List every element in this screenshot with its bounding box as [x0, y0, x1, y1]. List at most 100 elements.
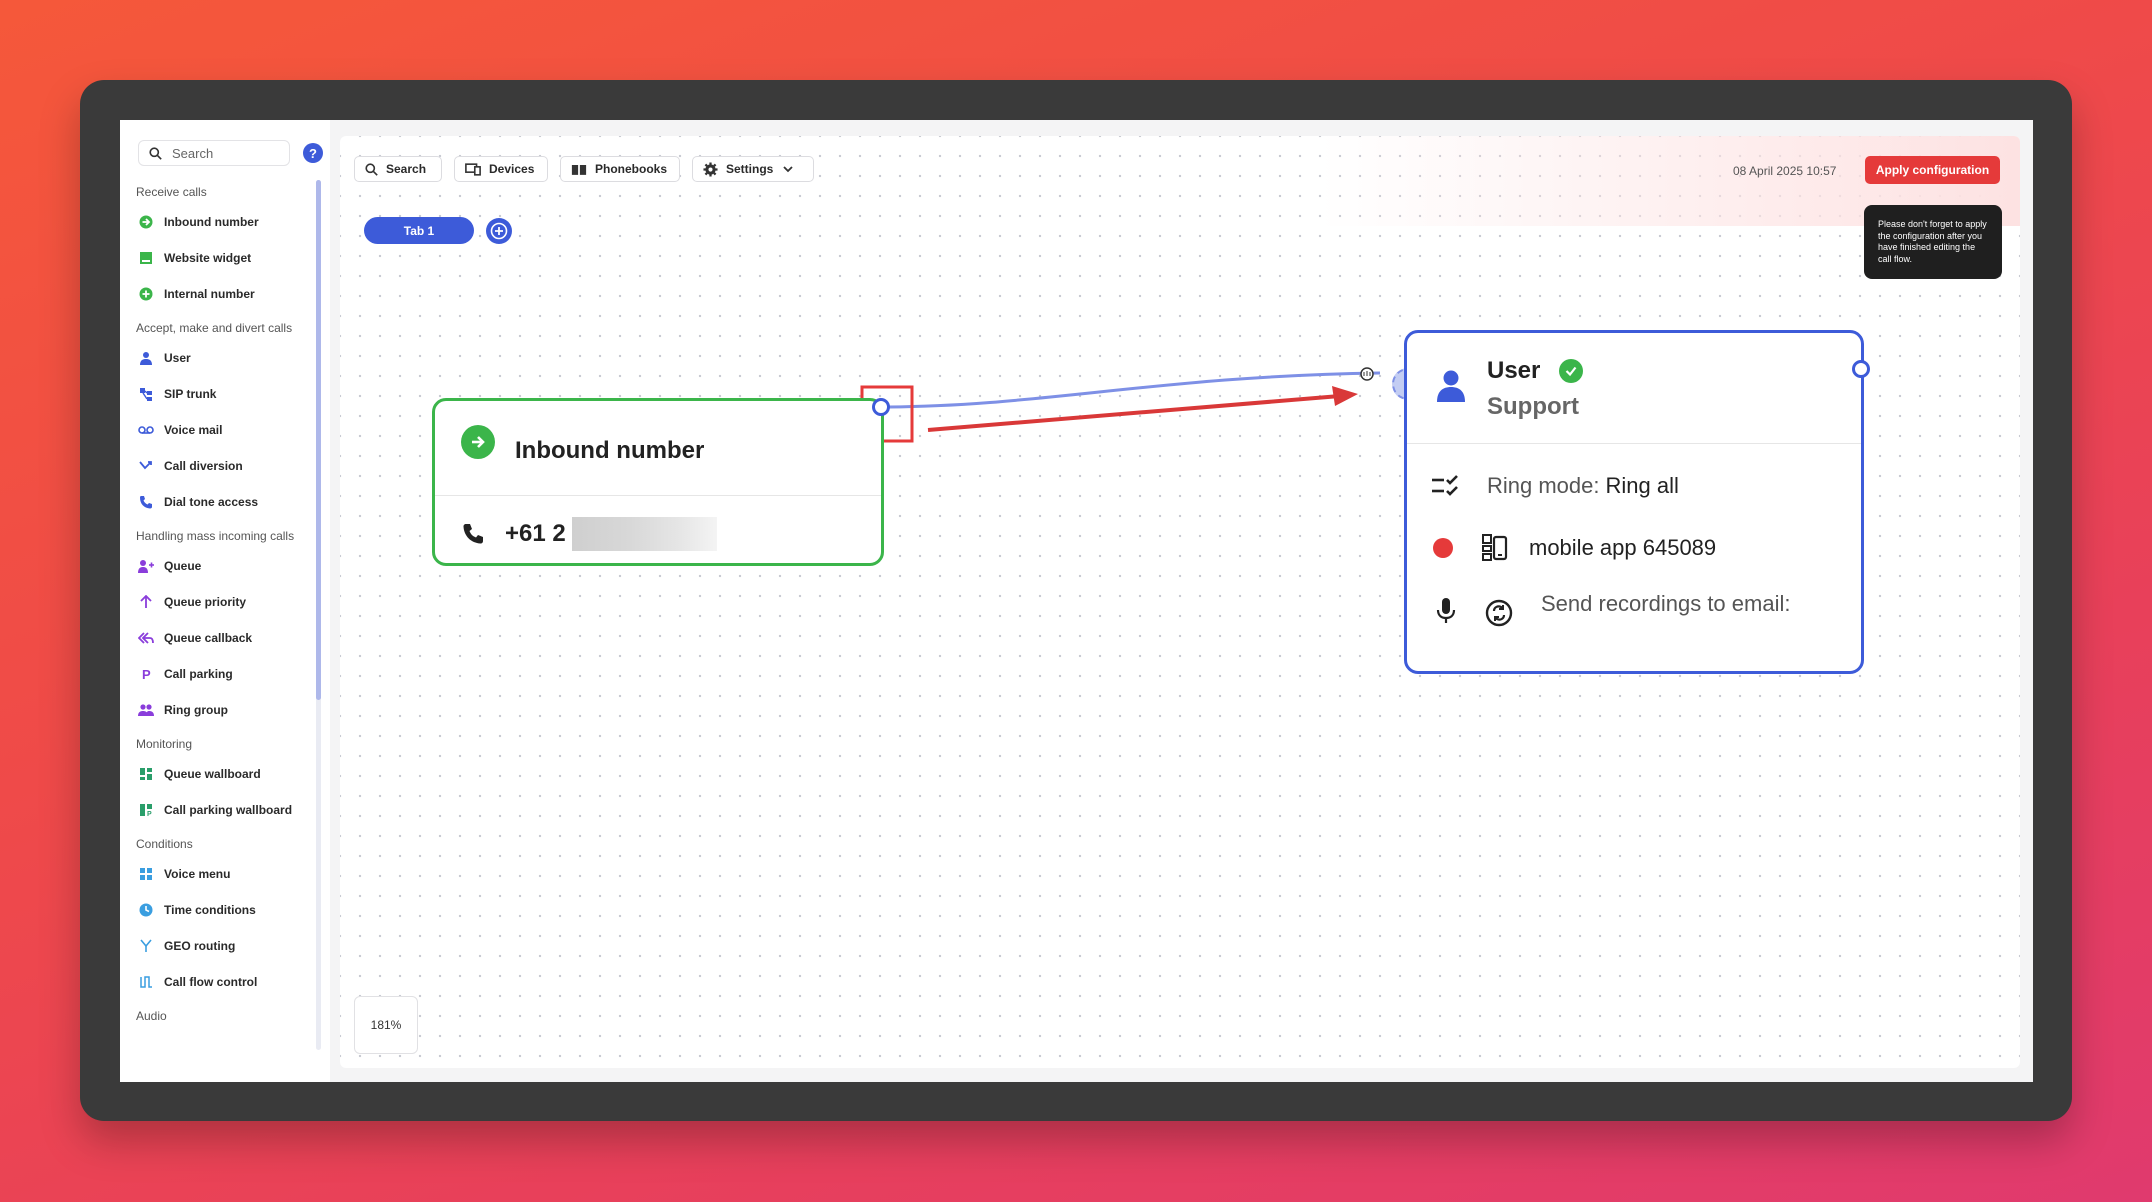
sidebar-item-label: Website widget: [164, 251, 252, 265]
sidebar-item-ring-group[interactable]: Ring group: [136, 692, 314, 728]
user-node-title: User: [1487, 357, 1541, 384]
grab-cursor-icon: [1360, 367, 1374, 381]
queue-priority-icon: [138, 594, 154, 610]
status-dot-icon: [1433, 538, 1453, 558]
sidebar-list: Receive calls Inbound number Website widge…: [136, 176, 314, 1028]
sidebar-item-label: Queue priority: [164, 595, 247, 609]
sidebar-item-label: Time conditions: [164, 903, 256, 917]
sidebar-item-geo-routing[interactable]: GEO routing: [136, 928, 314, 964]
sidebar-item-label: Call parking wallboard: [164, 803, 293, 817]
user-node[interactable]: User Support Ring mode: Ring all mobile …: [1404, 330, 1864, 674]
sidebar-item-label: Call diversion: [164, 459, 243, 473]
redacted-number-block: [571, 517, 717, 551]
sidebar-section-title: Accept, make and divert calls: [136, 321, 293, 335]
sidebar-item-sip-trunk[interactable]: SIP trunk: [136, 376, 314, 412]
checklist-icon: [1432, 475, 1458, 496]
search-icon: [149, 146, 162, 160]
sidebar-item-voice-mail[interactable]: Voice mail: [136, 412, 314, 448]
sip-trunk-icon: [138, 386, 154, 402]
queue-icon: [138, 558, 154, 574]
sidebar-item-label: User: [164, 351, 191, 365]
ring-mode-row: Ring mode: Ring all: [1431, 473, 1679, 499]
queue-callback-icon: [138, 630, 154, 646]
queue-wallboard-icon: [138, 766, 154, 782]
microphone-icon: [1436, 598, 1456, 623]
inbound-node-header: Inbound number: [435, 401, 881, 496]
user-node-header: User Support: [1407, 333, 1861, 444]
sidebar-item-call-diversion[interactable]: Call diversion: [136, 448, 314, 484]
inbound-phone-row: +61 2: [461, 517, 717, 551]
sidebar: Search ? Receive calls Inbound number Webs…: [120, 120, 330, 1082]
user-icon: [138, 350, 154, 366]
sidebar-search-input[interactable]: Search: [138, 140, 290, 166]
recordings-row: Send recordings to email:: [1431, 591, 1790, 627]
inbound-node-title: Inbound number: [515, 437, 705, 464]
user-icon: [1437, 370, 1465, 402]
clock-icon: [138, 902, 154, 918]
sidebar-item-label: Queue wallboard: [164, 767, 261, 781]
sync-icon: [1485, 599, 1513, 627]
annotation-arrow-head: [1332, 386, 1358, 406]
internal-icon: [138, 286, 154, 302]
sidebar-item-call-flow-control[interactable]: Call flow control: [136, 964, 314, 1000]
arrow-right-circle-icon: [461, 425, 495, 459]
sidebar-item-queue-wallboard[interactable]: Queue wallboard: [136, 756, 314, 792]
sidebar-item-queue[interactable]: Queue: [136, 548, 314, 584]
sidebar-item-label: SIP trunk: [164, 387, 217, 401]
sidebar-item-call-parking[interactable]: P Call parking: [136, 656, 314, 692]
sidebar-item-dial-tone-access[interactable]: Dial tone access: [136, 484, 314, 520]
sidebar-search-placeholder: Search: [172, 145, 214, 161]
widget-icon: [138, 250, 154, 266]
arrow-circle-icon: [138, 214, 154, 230]
voice-menu-icon: [138, 866, 154, 882]
help-button[interactable]: ?: [303, 143, 323, 163]
user-output-port[interactable]: [1852, 360, 1870, 378]
sidebar-item-label: Call flow control: [164, 975, 258, 989]
call-parking-wallboard-icon: P: [138, 802, 154, 818]
sidebar-item-queue-priority[interactable]: Queue priority: [136, 584, 314, 620]
phone-icon: [463, 524, 483, 544]
sidebar-section-title: Audio: [136, 1009, 167, 1023]
connection-line: [880, 371, 1381, 409]
sidebar-item-label: Call parking: [164, 667, 233, 681]
mobile-app-icon: [1482, 534, 1508, 561]
inbound-output-port[interactable]: [872, 398, 890, 416]
app-screen: Search ? Receive calls Inbound number Webs…: [120, 120, 2033, 1082]
sidebar-item-time-conditions[interactable]: Time conditions: [136, 892, 314, 928]
user-node-subtitle: Support: [1487, 393, 1579, 420]
sidebar-item-label: Voice menu: [164, 867, 231, 881]
call-flow-control-icon: [138, 974, 154, 990]
check-circle-icon: [1559, 359, 1583, 383]
ring-mode-value: Ring all: [1605, 473, 1679, 498]
sidebar-scrollbar[interactable]: [316, 180, 321, 700]
sidebar-item-label: Inbound number: [164, 215, 259, 229]
dial-tone-icon: [138, 494, 154, 510]
sidebar-section-title: Receive calls: [136, 185, 207, 199]
ring-mode-label: Ring mode:: [1487, 473, 1600, 498]
voicemail-icon: [138, 422, 154, 438]
sidebar-item-inbound-number[interactable]: Inbound number: [136, 204, 314, 240]
svg-text:P: P: [147, 811, 152, 817]
geo-routing-icon: [138, 938, 154, 954]
sidebar-item-queue-callback[interactable]: Queue callback: [136, 620, 314, 656]
sidebar-section-title: Monitoring: [136, 737, 193, 751]
sidebar-item-voice-menu[interactable]: Voice menu: [136, 856, 314, 892]
zoom-level[interactable]: 181%: [354, 996, 418, 1054]
sidebar-item-call-parking-wallboard[interactable]: P Call parking wallboard: [136, 792, 314, 828]
inbound-number-node[interactable]: Inbound number +61 2: [432, 398, 884, 566]
device-label: mobile app 645089: [1529, 535, 1717, 560]
sidebar-item-label: Ring group: [164, 703, 228, 717]
sidebar-item-website-widget[interactable]: Website widget: [136, 240, 314, 276]
sidebar-item-label: GEO routing: [164, 939, 236, 953]
sidebar-item-internal-number[interactable]: Internal number: [136, 276, 314, 312]
sidebar-item-label: Internal number: [164, 287, 255, 301]
ring-group-icon: [138, 702, 154, 718]
sidebar-item-user[interactable]: User: [136, 340, 314, 376]
sidebar-item-label: Dial tone access: [164, 495, 259, 509]
sidebar-section-title: Conditions: [136, 837, 193, 851]
flow-canvas[interactable]: Search Devices Phonebooks Settings 08 Ap…: [340, 136, 2020, 1068]
inbound-phone-number: +61 2: [505, 520, 566, 547]
sidebar-item-label: Queue: [164, 559, 202, 573]
call-diversion-icon: [138, 458, 154, 474]
sidebar-item-label: Voice mail: [164, 423, 223, 437]
